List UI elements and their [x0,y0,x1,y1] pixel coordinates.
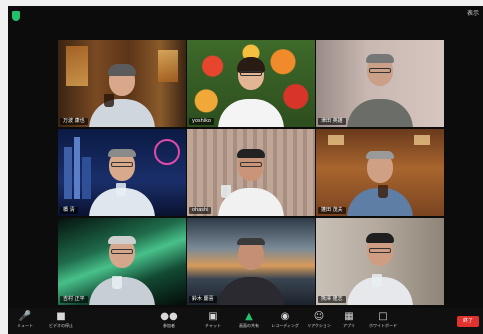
video-tile-p2[interactable]: yoshiko [187,40,315,127]
video-tile-p3[interactable]: 津田 英雄 [316,40,444,127]
people-icon: ●● [160,311,178,322]
participant-name: ohashi [189,207,212,214]
participant-video [316,218,444,305]
reactions-button[interactable]: ☺ リアクション [304,311,334,329]
zoom-meeting-window: 表示 万波 康也 yoshiko 津田 英雄 橋 清 ohashi 蓬田 茂夫 … [8,6,483,334]
meeting-toolbar: 🎤 ミュート ■ ビデオの停止 ●● 参加者 ▣ チャット ▲ 画面の共有 ◉ … [8,308,483,334]
participants-button[interactable]: ●● 参加者 [154,311,184,329]
participant-name: 熊澤 隆志 [318,296,346,303]
whiteboard-button[interactable]: □ ホワイトボード [368,311,398,329]
video-tile-p7[interactable]: 吉村 正平 [58,218,186,305]
participant-video [58,40,186,127]
share-screen-button[interactable]: ▲ 画面の共有 [234,311,264,329]
microphone-icon: 🎤 [18,311,32,322]
participant-video [58,129,186,216]
chat-button[interactable]: ▣ チャット [198,311,228,329]
record-icon: ◉ [280,311,290,322]
participant-video [187,218,315,305]
participant-name: 橋 清 [60,207,78,214]
apps-icon: ▦ [344,311,354,322]
participant-video [316,40,444,127]
gallery-view: 万波 康也 yoshiko 津田 英雄 橋 清 ohashi 蓬田 茂夫 吉村 … [8,6,483,334]
participant-video [316,129,444,216]
participant-name: yoshiko [189,118,214,125]
stop-video-button[interactable]: ■ ビデオの停止 [46,311,76,329]
chat-bubble-icon: ▣ [208,311,218,322]
participant-video [187,129,315,216]
end-meeting-button[interactable]: 終了 [457,316,479,327]
participant-video [58,218,186,305]
participant-name: 吉村 正平 [60,296,88,303]
video-tile-p9[interactable]: 熊澤 隆志 [316,218,444,305]
video-tile-p8[interactable]: 鈴木 慶喜 [187,218,315,305]
participant-name: 万波 康也 [60,118,88,125]
whiteboard-icon: □ [378,311,388,322]
video-tile-p1[interactable]: 万波 康也 [58,40,186,127]
apps-button[interactable]: ▦ アプリ [334,311,364,329]
participant-name: 津田 英雄 [318,118,346,125]
video-camera-icon: ■ [56,311,66,322]
participant-video [187,40,315,127]
participant-name: 鈴木 慶喜 [189,296,217,303]
video-tile-p4[interactable]: 橋 清 [58,129,186,216]
share-screen-icon: ▲ [245,311,253,322]
mute-button[interactable]: 🎤 ミュート [10,311,40,329]
emoji-icon: ☺ [313,311,325,322]
video-tile-p6[interactable]: 蓬田 茂夫 [316,129,444,216]
video-tile-p5[interactable]: ohashi [187,129,315,216]
participant-name: 蓬田 茂夫 [318,207,346,214]
record-button[interactable]: ◉ レコーディング [270,311,300,329]
